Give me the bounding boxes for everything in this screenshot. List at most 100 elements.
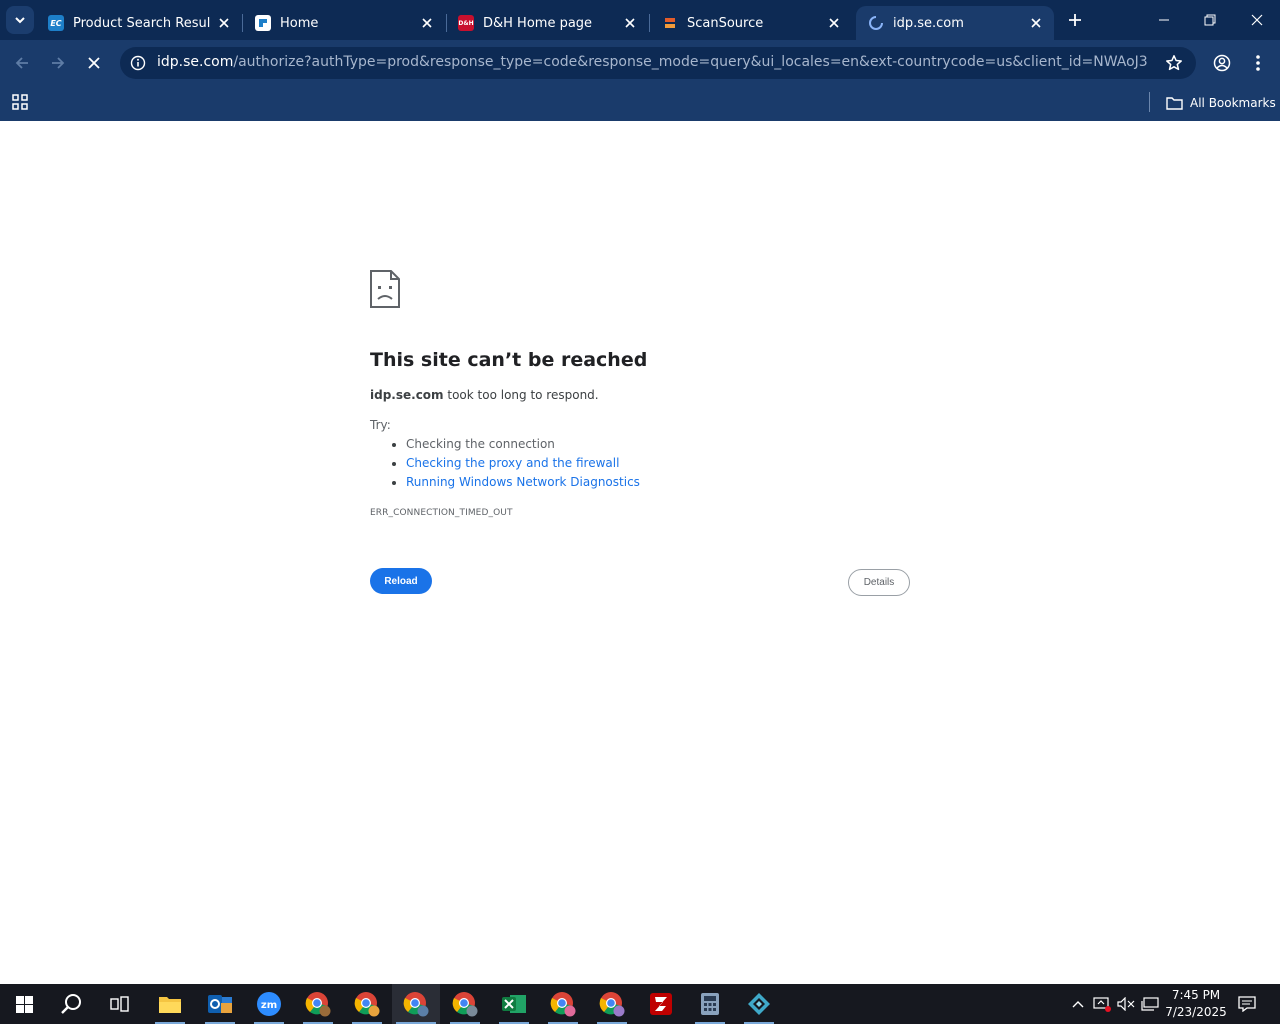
minimize-button[interactable] [1141,0,1187,40]
bookmarks-separator [1149,92,1150,112]
app-diamond-icon [748,993,770,1015]
scansource-logo-icon [662,15,678,31]
sad-page-icon [370,270,400,308]
taskbar-calculator[interactable] [686,984,734,1024]
close-icon [88,57,100,69]
chrome-icon [452,992,478,1017]
clock-date: 7/23/2025 [1165,1005,1227,1019]
windows-logo-icon [15,995,33,1013]
url-host: idp.se.com [157,54,234,70]
start-button[interactable] [0,984,48,1024]
outlook-icon [208,995,232,1013]
bookmarks-bar: All Bookmarks [0,86,1280,121]
close-window-button[interactable] [1234,0,1280,40]
suggestion-check-proxy-link[interactable]: Checking the proxy and the firewall [392,456,640,475]
tab-title: ScanSource [687,15,764,31]
tab-home[interactable]: Home [243,6,445,40]
taskbar-filezilla[interactable] [637,984,685,1024]
star-icon[interactable] [1164,53,1184,73]
search-button[interactable] [48,984,96,1024]
details-button[interactable]: Details [848,569,910,596]
profile-button[interactable] [1208,49,1236,77]
address-bar[interactable]: idp.se.com/authorize?authType=prod&respo… [120,47,1196,79]
taskbar-chrome-4[interactable] [441,984,489,1024]
restore-button[interactable] [1187,0,1233,40]
tray-device-icon[interactable] [1090,984,1114,1024]
windows-taskbar: zm 7:45 PM 7/23/2025 [0,984,1280,1024]
menu-button[interactable] [1244,49,1272,77]
tab-dh-home[interactable]: D&H D&H Home page [446,6,648,40]
zoom-icon: zm [257,992,281,1016]
calculator-icon [701,993,719,1015]
tab-product-search[interactable]: EC Product Search Result- EC [36,6,242,40]
chevron-down-icon [15,17,25,24]
close-icon[interactable] [1028,15,1044,31]
network-icon [1141,997,1159,1011]
error-host: idp.se.com [370,388,444,402]
stop-loading-button[interactable] [80,49,108,77]
close-icon[interactable] [216,15,232,31]
info-icon[interactable] [128,53,148,73]
taskbar-chrome-6[interactable] [588,984,636,1024]
error-description: idp.se.com took too long to respond. [370,388,599,402]
url-text[interactable]: idp.se.com/authorize?authType=prod&respo… [157,54,1147,70]
tab-scansource[interactable]: ScanSource [650,6,852,40]
all-bookmarks-button[interactable]: All Bookmarks [1166,91,1276,115]
tab-title: Home [280,15,319,31]
notification-icon [1238,996,1256,1012]
home-brand-icon [255,15,271,31]
close-icon [1251,14,1263,26]
folder-icon [1166,97,1183,110]
search-icon [61,994,81,1014]
taskbar-excel[interactable] [490,984,538,1024]
restore-icon [1204,14,1216,26]
tab-search-button[interactable] [6,6,34,34]
suggestion-network-diagnostics-link[interactable]: Running Windows Network Diagnostics [392,475,640,494]
chrome-icon [403,992,429,1017]
browser-toolbar: idp.se.com/authorize?authType=prod&respo… [0,40,1280,86]
taskbar-chrome-5[interactable] [539,984,587,1024]
apps-grid-icon[interactable] [11,93,29,111]
error-message: took too long to respond. [443,388,599,402]
taskbar-app-diamond[interactable] [735,984,783,1024]
volume-button[interactable] [1114,984,1138,1024]
back-button[interactable] [8,49,36,77]
task-view-icon [110,996,129,1012]
close-icon[interactable] [419,15,435,31]
show-hidden-icons-button[interactable] [1066,984,1090,1024]
taskbar-zoom[interactable]: zm [245,984,293,1024]
volume-muted-icon [1117,997,1135,1011]
taskbar-outlook[interactable] [196,984,244,1024]
filezilla-icon [650,993,672,1015]
new-tab-button[interactable] [1064,9,1086,31]
suggestion-check-connection: Checking the connection [392,437,640,456]
try-label: Try: [370,418,391,432]
svg-text:zm: zm [261,1000,277,1011]
tab-idp-se[interactable]: idp.se.com [856,6,1054,40]
taskbar-chrome-1[interactable] [294,984,342,1024]
forward-button[interactable] [44,49,72,77]
error-title: This site can’t be reached [370,349,648,371]
error-code: ERR_CONNECTION_TIMED_OUT [370,508,513,518]
taskbar-chrome-3[interactable] [392,984,440,1024]
system-clock[interactable]: 7:45 PM 7/23/2025 [1160,987,1232,1021]
chrome-icon [550,992,576,1017]
taskbar-file-explorer[interactable] [146,984,194,1024]
minimize-icon [1159,19,1169,21]
close-icon[interactable] [622,15,638,31]
plus-icon [1069,14,1081,26]
reload-button[interactable]: Reload [370,568,432,594]
network-button[interactable] [1138,984,1162,1024]
taskbar-chrome-2[interactable] [343,984,391,1024]
tab-title: D&H Home page [483,15,593,31]
task-view-button[interactable] [96,984,144,1024]
page-content: This site can’t be reached idp.se.com to… [0,121,1280,984]
notification-center-button[interactable] [1234,992,1260,1016]
chevron-up-icon [1072,1001,1084,1008]
loading-spinner-icon [868,15,884,31]
chrome-icon [354,992,380,1017]
all-bookmarks-label: All Bookmarks [1190,96,1276,110]
close-icon[interactable] [826,15,842,31]
tab-title: Product Search Result- EC [73,15,210,31]
arrow-left-icon [15,57,28,69]
